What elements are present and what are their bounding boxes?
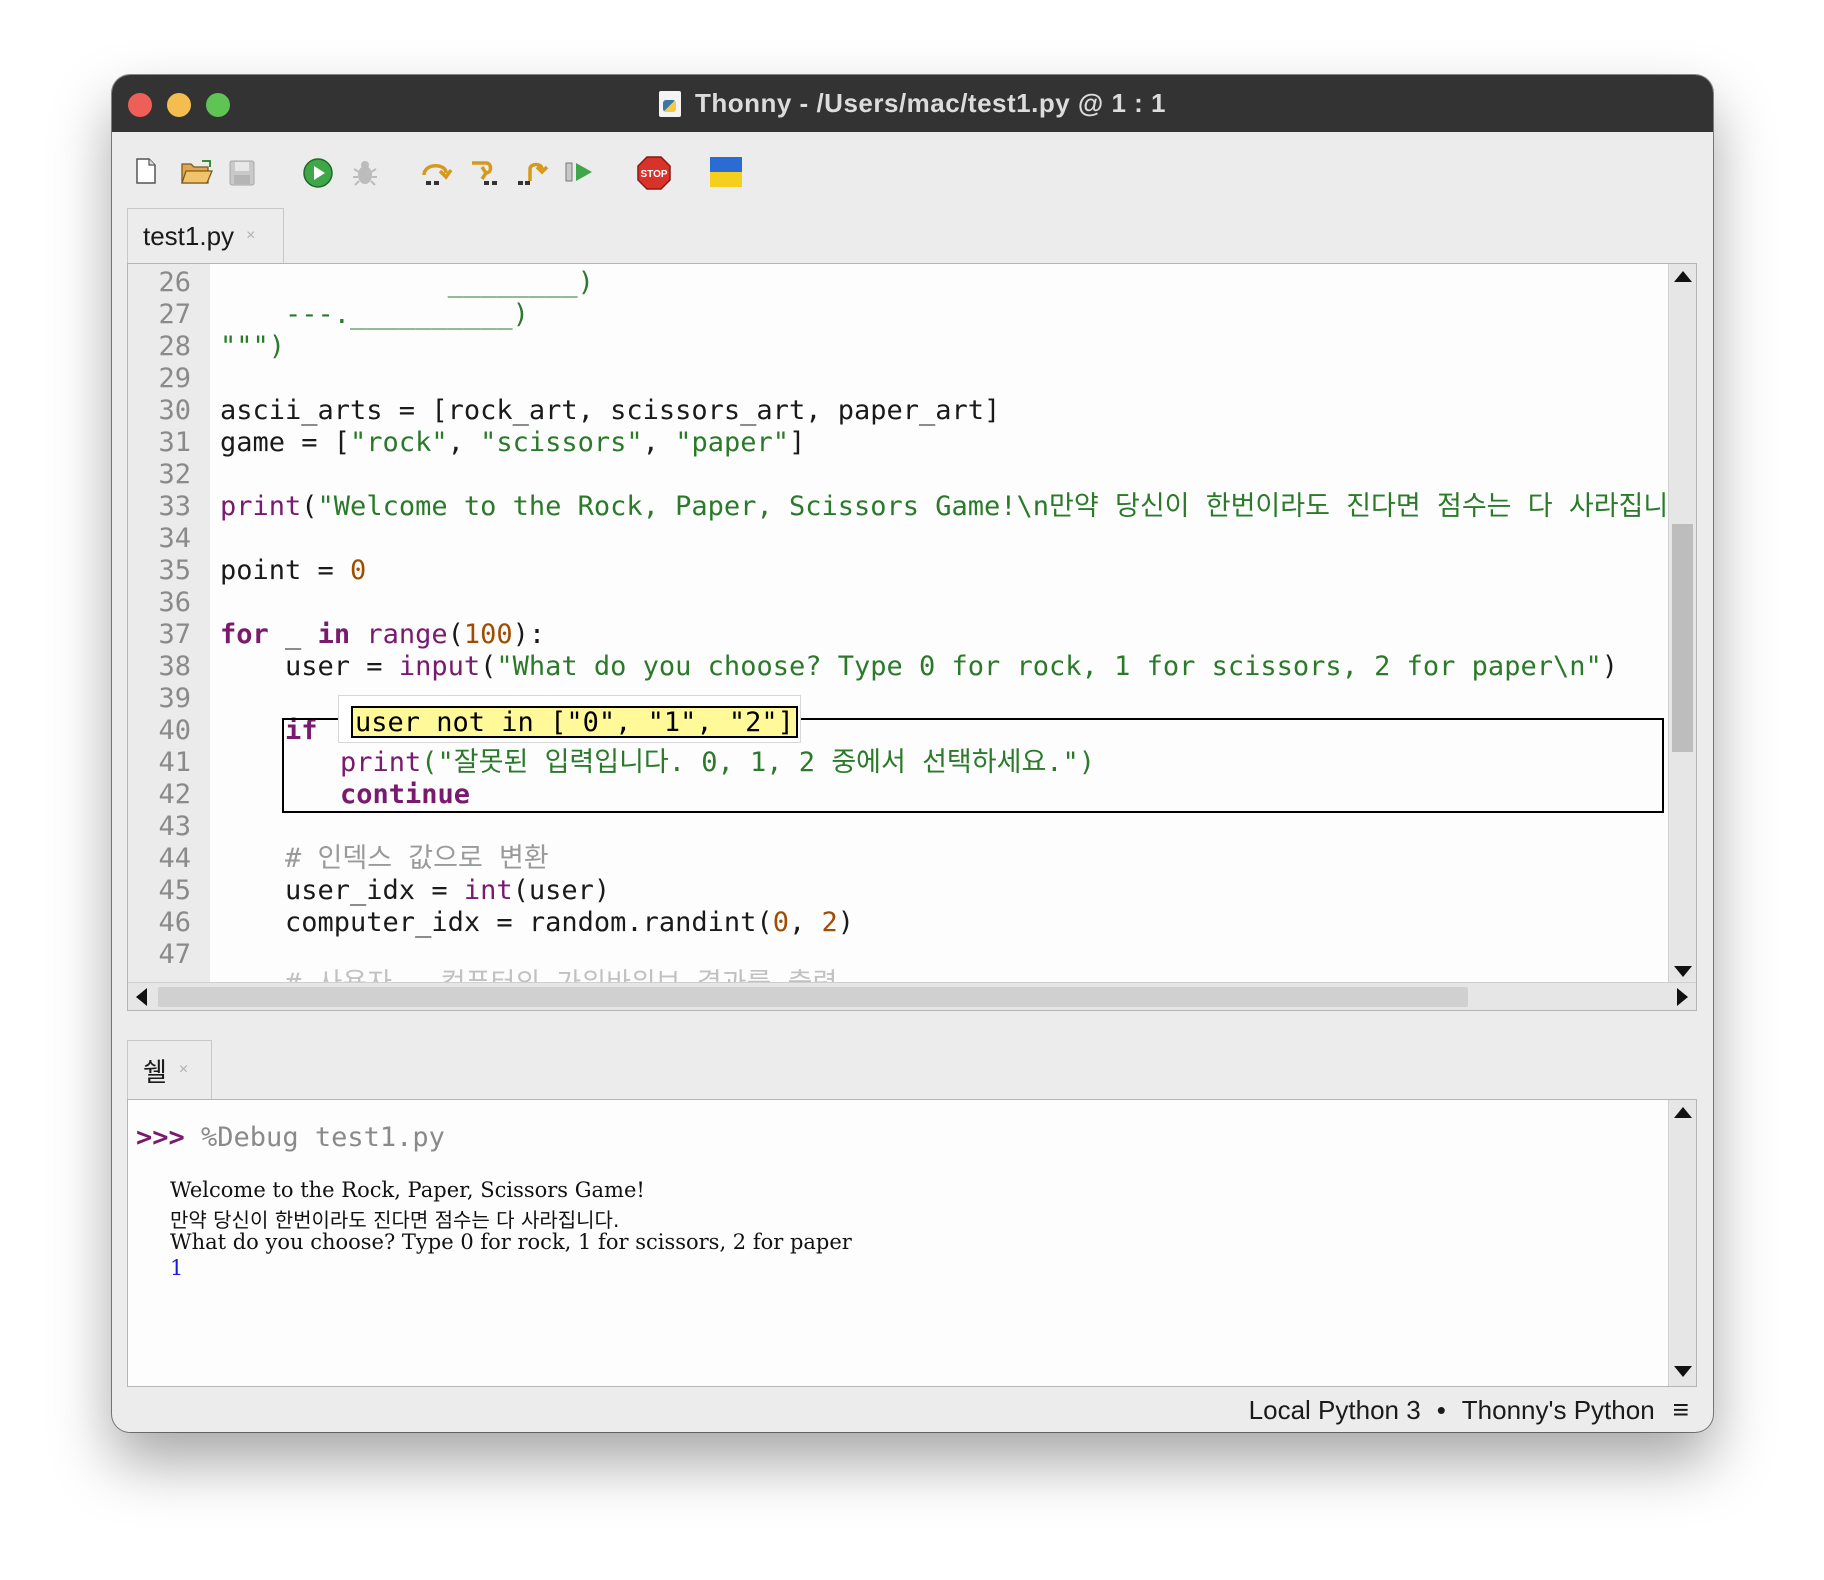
evaluated-expression: user not in ["0", "1", "2"] (351, 706, 798, 738)
tab-label: test1.py (143, 220, 235, 251)
status-bar: Local Python 3 • Thonny's Python ≡ (112, 1388, 1713, 1432)
title-bar: Thonny - /Users/mac/test1.py @ 1 : 1 (112, 75, 1713, 132)
line-number: 40 (158, 715, 191, 746)
tab-test1-py[interactable]: test1.py × (127, 208, 284, 263)
code-line-31: game = ["rock", "scissors", "paper"] (220, 427, 806, 458)
svg-text:STOP: STOP (640, 169, 667, 180)
debug-icon[interactable] (350, 157, 380, 189)
scroll-down-arrow-icon[interactable] (1674, 966, 1692, 977)
line-number: 47 (158, 939, 191, 970)
line-number: 43 (158, 811, 191, 842)
line-number: 34 (158, 523, 191, 554)
code-line-33: print("Welcome to the Rock, Paper, Sciss… (220, 491, 1670, 522)
step-into-icon[interactable] (468, 159, 502, 187)
scroll-right-arrow-icon[interactable] (1677, 988, 1688, 1006)
shell-output-line: Welcome to the Rock, Paper, Scissors Gam… (170, 1178, 645, 1202)
line-number: 37 (158, 619, 191, 650)
scroll-thumb[interactable] (1672, 524, 1693, 752)
code-editor[interactable]: 26 27 28 29 30 31 32 33 34 35 36 37 38 3… (127, 263, 1697, 1011)
code-line-46: computer_idx = random.randint(0, 2) (220, 907, 854, 938)
code-line-38: user = input("What do you choose? Type 0… (220, 651, 1618, 682)
resume-icon[interactable] (564, 160, 596, 184)
new-file-icon[interactable] (134, 157, 158, 185)
line-number: 31 (158, 427, 191, 458)
horizontal-scroll-thumb[interactable] (158, 987, 1468, 1007)
editor-vertical-scrollbar[interactable] (1668, 264, 1696, 984)
code-line-30: ascii_arts = [rock_art, scissors_art, pa… (220, 395, 1001, 426)
status-separator: • (1436, 1394, 1446, 1425)
shell-vertical-scrollbar[interactable] (1668, 1100, 1696, 1386)
window-title: Thonny - /Users/mac/test1.py @ 1 : 1 (694, 88, 1167, 118)
code-line-26: ________) (220, 267, 594, 298)
line-number: 44 (158, 843, 191, 874)
line-number: 41 (158, 747, 191, 778)
window-title-wrap: Thonny - /Users/mac/test1.py @ 1 : 1 (112, 75, 1713, 132)
line-number: 29 (158, 363, 191, 394)
code-line-35: point = 0 (220, 555, 367, 586)
code-line-37: for _ in range(100): (220, 619, 546, 650)
shell-output-line: What do you choose? Type 0 for rock, 1 f… (170, 1230, 852, 1254)
shell-tab-label: 쉘 (143, 1056, 167, 1087)
tab-shell[interactable]: 쉘 × (127, 1040, 212, 1099)
code-text-area[interactable]: ________) ---.__________) """) ascii_art… (210, 264, 1670, 984)
line-number: 35 (158, 555, 191, 586)
shell-tab-close-icon[interactable]: × (179, 1061, 188, 1079)
line-number: 32 (158, 459, 191, 490)
python-label[interactable]: Thonny's Python (1462, 1395, 1655, 1426)
line-number: 38 (158, 651, 191, 682)
shell-user-input: 1 (170, 1256, 184, 1280)
save-icon[interactable] (228, 159, 256, 187)
line-number: 30 (158, 395, 191, 426)
line-number: 45 (158, 875, 191, 906)
line-number: 46 (158, 907, 191, 938)
line-number: 39 (158, 683, 191, 714)
editor-horizontal-scrollbar[interactable] (128, 982, 1696, 1010)
open-folder-icon[interactable] (180, 159, 214, 185)
code-line-45: user_idx = int(user) (220, 875, 611, 906)
line-number: 28 (158, 331, 191, 362)
line-number: 36 (158, 587, 191, 618)
step-out-icon[interactable] (516, 159, 550, 187)
thonny-window: Thonny - /Users/mac/test1.py @ 1 : 1 STO… (112, 75, 1713, 1432)
shell-command: %Debug test1.py (184, 1122, 445, 1153)
code-line-28: """) (220, 331, 286, 362)
line-number: 33 (158, 491, 191, 522)
shell-panel[interactable]: >>> %Debug test1.py Welcome to the Rock,… (127, 1099, 1697, 1387)
line-number: 42 (158, 779, 191, 810)
step-over-icon[interactable] (420, 159, 454, 187)
hamburger-menu-icon[interactable]: ≡ (1673, 1394, 1689, 1426)
line-number: 26 (158, 267, 191, 298)
line-number: 27 (158, 299, 191, 330)
scroll-left-arrow-icon[interactable] (136, 988, 147, 1006)
scroll-up-arrow-icon[interactable] (1674, 1107, 1692, 1118)
scroll-down-arrow-icon[interactable] (1674, 1366, 1692, 1377)
code-line-44: # 인덱스 값으로 변환 (285, 843, 549, 874)
shell-prompt-line: >>> %Debug test1.py (136, 1122, 445, 1153)
code-line-27: ---.__________) (220, 299, 529, 330)
shell-prompt: >>> (136, 1122, 185, 1153)
ukraine-flag-icon[interactable] (710, 157, 742, 187)
run-icon[interactable] (302, 157, 334, 189)
stop-icon[interactable]: STOP (636, 155, 672, 191)
debug-expression-tooltip: user not in ["0", "1", "2"] (338, 695, 801, 743)
interpreter-label[interactable]: Local Python 3 (1249, 1395, 1421, 1426)
line-number-gutter: 26 27 28 29 30 31 32 33 34 35 36 37 38 3… (128, 264, 210, 984)
scroll-up-arrow-icon[interactable] (1674, 271, 1692, 282)
shell-output-line: 만약 당신이 한번이라도 진다면 점수는 다 사라집니다. (170, 1208, 620, 1232)
python-file-icon (658, 90, 681, 117)
tab-close-icon[interactable]: × (246, 227, 255, 245)
toolbar: STOP (112, 132, 1713, 212)
